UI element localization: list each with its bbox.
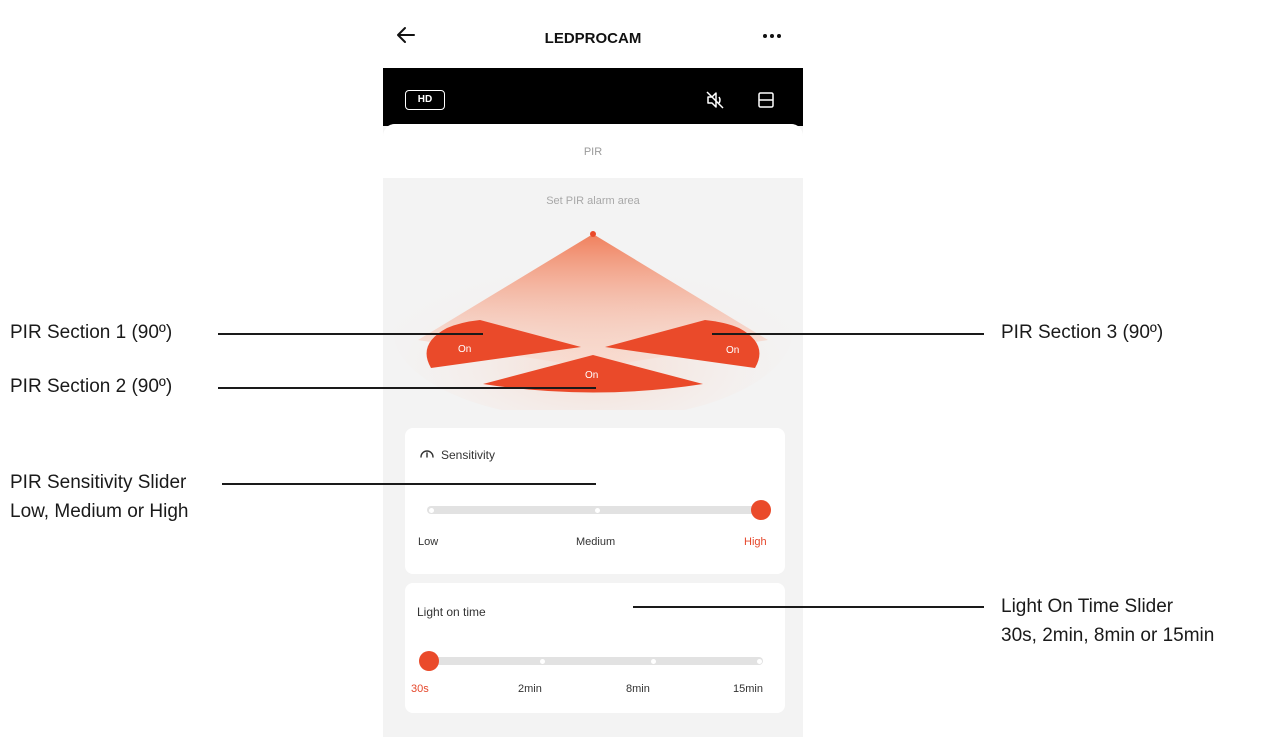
hd-toggle-button[interactable]: HD xyxy=(405,90,445,110)
sensitivity-title: Sensitivity xyxy=(441,448,496,462)
light-label-30s: 30s xyxy=(411,683,429,695)
phone-screen: LEDPROCAM HD PIR Set PIR alarm area On O… xyxy=(383,0,803,737)
callout-light-options: 30s, 2min, 8min or 15min xyxy=(1001,625,1215,646)
callout-sensitivity-options: Low, Medium or High xyxy=(10,501,189,522)
light-on-time-title: Light on time xyxy=(417,605,486,619)
pir-area-subtitle: Set PIR alarm area xyxy=(546,195,640,207)
app-title: LEDPROCAM xyxy=(544,30,642,47)
callout-line-light xyxy=(633,606,984,608)
callout-line-sensitivity xyxy=(222,483,596,485)
sensitivity-label-low: Low xyxy=(418,536,439,548)
light-label-15min: 15min xyxy=(733,683,763,695)
light-tick-8min xyxy=(651,659,656,664)
light-tick-15min xyxy=(757,659,762,664)
layout-icon[interactable] xyxy=(756,90,776,110)
light-label-8min: 8min xyxy=(626,683,650,695)
pir-section-2-label: On xyxy=(585,370,598,381)
sensor-point xyxy=(590,231,596,237)
callout-pir-section-1: PIR Section 1 (90º) xyxy=(10,322,173,343)
sensitivity-card: Sensitivity Low Medium High xyxy=(405,428,785,574)
pir-section-1-label: On xyxy=(458,344,471,355)
callout-pir-section-3: PIR Section 3 (90º) xyxy=(1001,322,1164,343)
pir-area-diagram: On On On xyxy=(393,231,793,410)
pir-section-3-label: On xyxy=(726,345,739,356)
sensitivity-label-high: High xyxy=(744,536,767,548)
callout-pir-section-2: PIR Section 2 (90º) xyxy=(10,376,173,397)
callout-light-title: Light On Time Slider xyxy=(1001,596,1174,617)
callout-sensitivity-title: PIR Sensitivity Slider xyxy=(10,472,187,493)
sensitivity-label-medium: Medium xyxy=(576,536,616,548)
callout-line-pir-section-3 xyxy=(712,333,984,335)
sensitivity-tick-medium xyxy=(595,508,600,513)
panel-title: PIR xyxy=(583,146,603,158)
sensitivity-tick-low xyxy=(429,508,434,513)
callout-line-pir-section-2 xyxy=(218,387,596,389)
gauge-icon xyxy=(419,446,435,462)
speaker-muted-icon[interactable] xyxy=(705,90,725,110)
light-on-time-slider-thumb[interactable] xyxy=(419,651,439,671)
video-preview-strip xyxy=(383,68,803,126)
light-tick-2min xyxy=(540,659,545,664)
light-on-time-card: Light on time 30s 2min 8min 15min xyxy=(405,583,785,713)
sensitivity-slider-thumb[interactable] xyxy=(751,500,771,520)
light-label-2min: 2min xyxy=(518,683,542,695)
callout-line-pir-section-1 xyxy=(218,333,483,335)
more-dots-icon[interactable] xyxy=(761,26,783,46)
light-on-time-track[interactable] xyxy=(429,657,763,665)
